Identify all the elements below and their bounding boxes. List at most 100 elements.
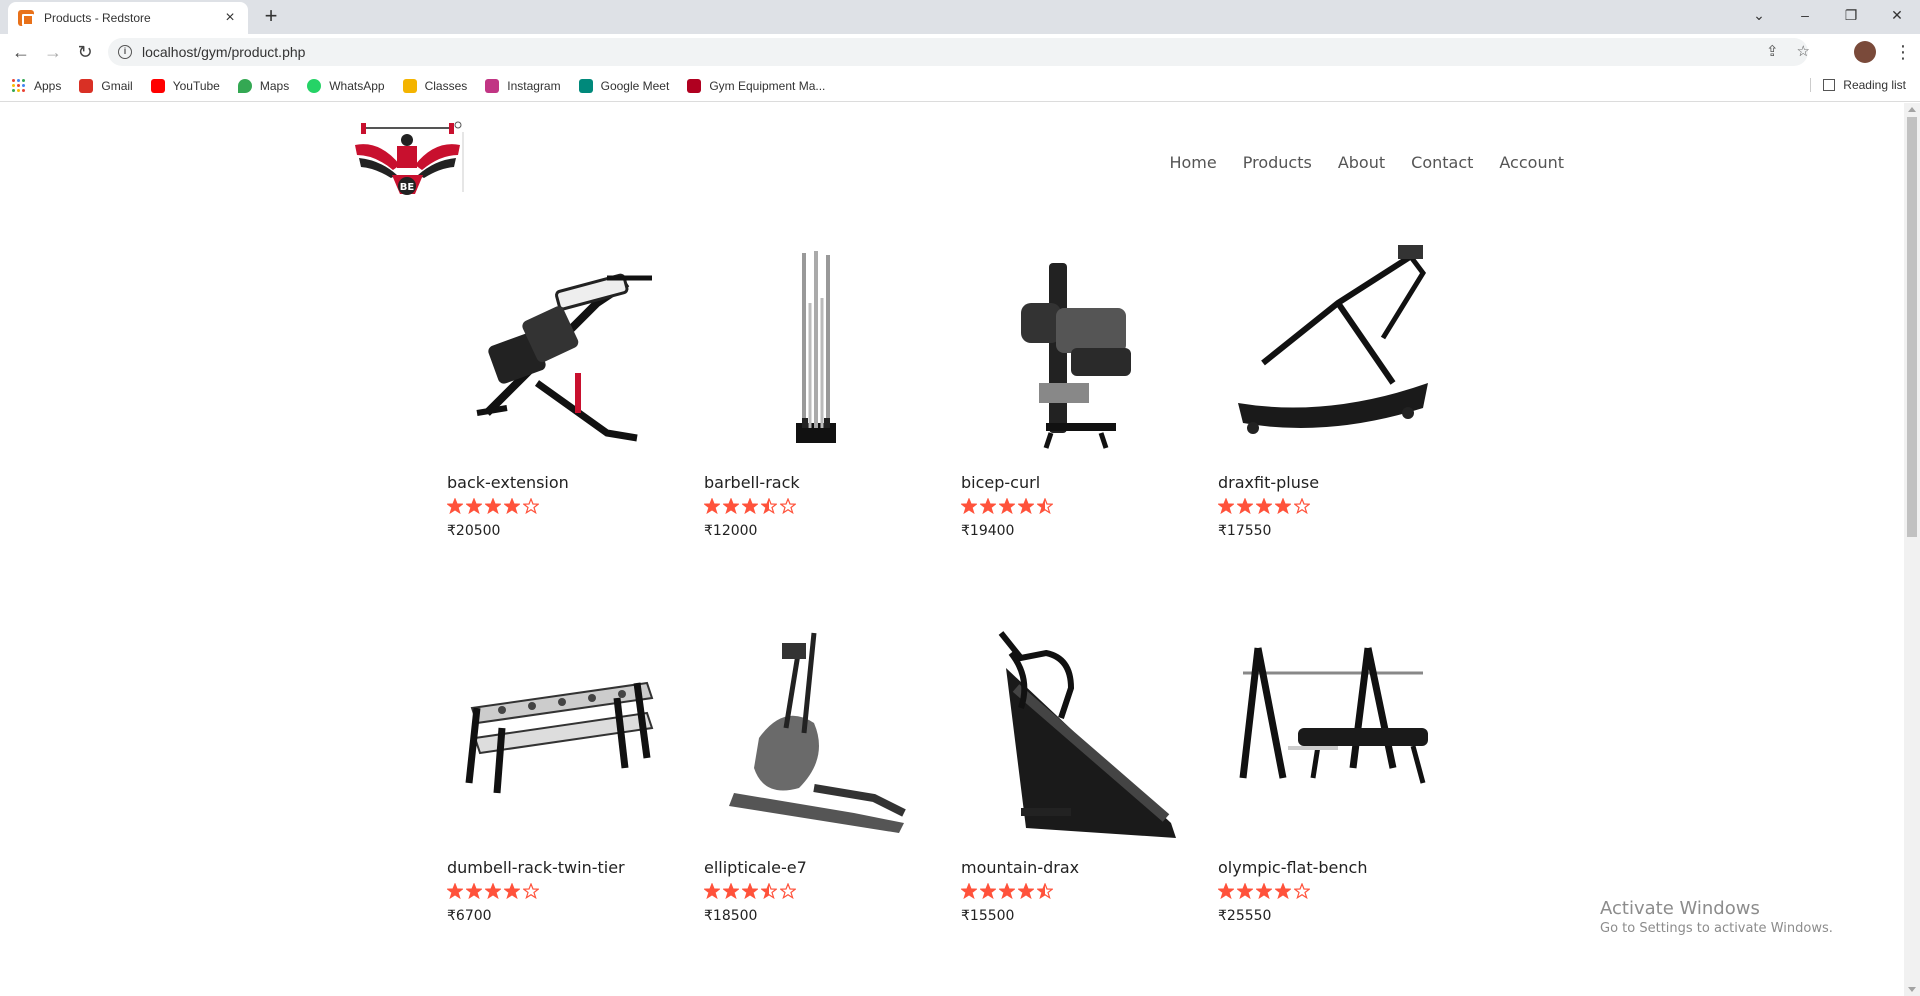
gym-equipment-icon (687, 78, 702, 93)
browser-tab-bar: Products - Redstore × + ⌄ – ❐ ✕ (0, 0, 1920, 34)
youtube-icon (150, 78, 165, 93)
instagram-icon (485, 78, 500, 93)
product-price: ₹19400 (961, 523, 1015, 539)
close-tab-icon[interactable]: × (222, 10, 238, 26)
star-full-icon (466, 498, 482, 514)
reading-list-icon (1823, 79, 1836, 91)
product-image-back-extension[interactable] (447, 243, 667, 463)
product-name[interactable]: bicep-curl (961, 473, 1040, 492)
product-name[interactable]: ellipticale-e7 (704, 858, 807, 877)
bookmark-label: Instagram (507, 78, 561, 93)
product-price: ₹20500 (447, 523, 501, 539)
product-image-ellipticale-e7[interactable] (704, 628, 924, 848)
product-image-dumbell-rack-twin-tier[interactable] (447, 628, 667, 848)
gmail-icon (79, 78, 94, 93)
bookmark-youtube[interactable]: YouTube (150, 78, 220, 93)
star-empty-icon (780, 883, 796, 899)
product-price: ₹25550 (1218, 908, 1272, 924)
star-full-icon (723, 498, 739, 514)
watermark-subtitle: Go to Settings to activate Windows. (1600, 921, 1833, 936)
reading-list-button[interactable]: Reading list (1810, 78, 1906, 92)
share-icon[interactable]: ⇪ (1766, 42, 1779, 60)
bookmark-maps[interactable]: Maps (237, 78, 290, 93)
bookmark-whatsapp[interactable]: WhatsApp (307, 78, 385, 93)
star-full-icon (999, 498, 1015, 514)
star-full-icon (485, 498, 501, 514)
close-window-icon[interactable]: ✕ (1874, 0, 1920, 30)
star-full-icon (1018, 498, 1034, 514)
page-scrollbar[interactable] (1904, 103, 1920, 996)
apps-grid-icon (12, 78, 26, 93)
forward-arrow-icon[interactable]: → (42, 41, 64, 63)
scrollbar-thumb[interactable] (1907, 117, 1917, 537)
product-rating (1218, 883, 1310, 899)
product-name[interactable]: mountain-drax (961, 858, 1079, 877)
browser-toolbar: ← → ↻ i localhost/gym/product.php ⇪ ☆ ⋮ (0, 34, 1920, 70)
bookmark-label: Gmail (101, 78, 133, 93)
scroll-down-icon[interactable] (1908, 987, 1916, 992)
back-arrow-icon[interactable]: ← (10, 41, 32, 63)
gym-logo[interactable] (345, 120, 470, 200)
restore-icon[interactable]: ❐ (1828, 0, 1874, 30)
whatsapp-icon (307, 78, 322, 93)
nav-about-link[interactable]: About (1338, 153, 1385, 172)
new-tab-icon[interactable]: + (260, 5, 282, 28)
product-rating (704, 883, 796, 899)
tab-title: Products - Redstore (44, 11, 151, 25)
bookmark-gym-equipment[interactable]: Gym Equipment Ma... (687, 78, 825, 93)
profile-avatar[interactable] (1854, 41, 1876, 63)
browser-tab[interactable]: Products - Redstore × (8, 2, 248, 34)
star-full-icon (961, 883, 977, 899)
site-info-icon[interactable]: i (118, 45, 132, 59)
page-content: BE Home Products About Contact Account b… (0, 103, 1904, 996)
star-full-icon (1256, 883, 1272, 899)
star-full-icon (742, 498, 758, 514)
bookmark-instagram[interactable]: Instagram (485, 78, 561, 93)
address-bar[interactable]: i localhost/gym/product.php (108, 38, 1808, 66)
product-name[interactable]: olympic-flat-bench (1218, 858, 1367, 877)
bookmark-label: YouTube (172, 78, 220, 93)
product-name[interactable]: dumbell-rack-twin-tier (447, 858, 625, 877)
star-empty-icon (1294, 498, 1310, 514)
product-name[interactable]: draxfit-pluse (1218, 473, 1319, 492)
main-nav: Home Products About Contact Account (1169, 153, 1564, 172)
star-full-icon (742, 883, 758, 899)
product-image-mountain-drax[interactable] (961, 628, 1181, 848)
product-image-olympic-flat-bench[interactable] (1218, 628, 1438, 848)
bookmark-gmail[interactable]: Gmail (79, 78, 133, 93)
tab-search-icon[interactable]: ⌄ (1736, 0, 1782, 30)
nav-contact-link[interactable]: Contact (1411, 153, 1473, 172)
watermark-title: Activate Windows (1600, 898, 1760, 919)
nav-account-link[interactable]: Account (1499, 153, 1564, 172)
star-full-icon (1218, 498, 1234, 514)
star-empty-icon (1294, 883, 1310, 899)
star-full-icon (1256, 498, 1272, 514)
product-price: ₹6700 (447, 908, 492, 924)
bookmark-google-meet[interactable]: Google Meet (578, 78, 670, 93)
star-half-icon (761, 883, 777, 899)
product-rating (447, 498, 539, 514)
product-image-draxfit-pluse[interactable] (1218, 243, 1438, 463)
product-rating (447, 883, 539, 899)
star-full-icon (723, 883, 739, 899)
product-name[interactable]: back-extension (447, 473, 569, 492)
reload-icon[interactable]: ↻ (74, 41, 96, 63)
bookmark-classes[interactable]: Classes (402, 78, 468, 93)
browser-menu-icon[interactable]: ⋮ (1894, 41, 1912, 63)
bookmarks-bar: Apps Gmail YouTube Maps WhatsApp Classes… (0, 70, 1920, 102)
product-image-barbell-rack[interactable] (704, 243, 924, 463)
product-name[interactable]: barbell-rack (704, 473, 800, 492)
bookmark-label: Maps (259, 78, 290, 93)
scroll-up-icon[interactable] (1908, 107, 1916, 112)
bookmark-star-icon[interactable]: ☆ (1797, 42, 1810, 60)
nav-products-link[interactable]: Products (1243, 153, 1312, 172)
star-full-icon (1237, 498, 1253, 514)
bookmark-apps[interactable]: Apps (12, 78, 61, 93)
product-image-bicep-curl[interactable] (961, 243, 1181, 463)
bookmark-label: Google Meet (600, 78, 670, 93)
minimize-icon[interactable]: – (1782, 0, 1828, 30)
star-full-icon (466, 883, 482, 899)
bookmark-label: Classes (424, 78, 468, 93)
product-rating (961, 883, 1053, 899)
nav-home-link[interactable]: Home (1169, 153, 1216, 172)
